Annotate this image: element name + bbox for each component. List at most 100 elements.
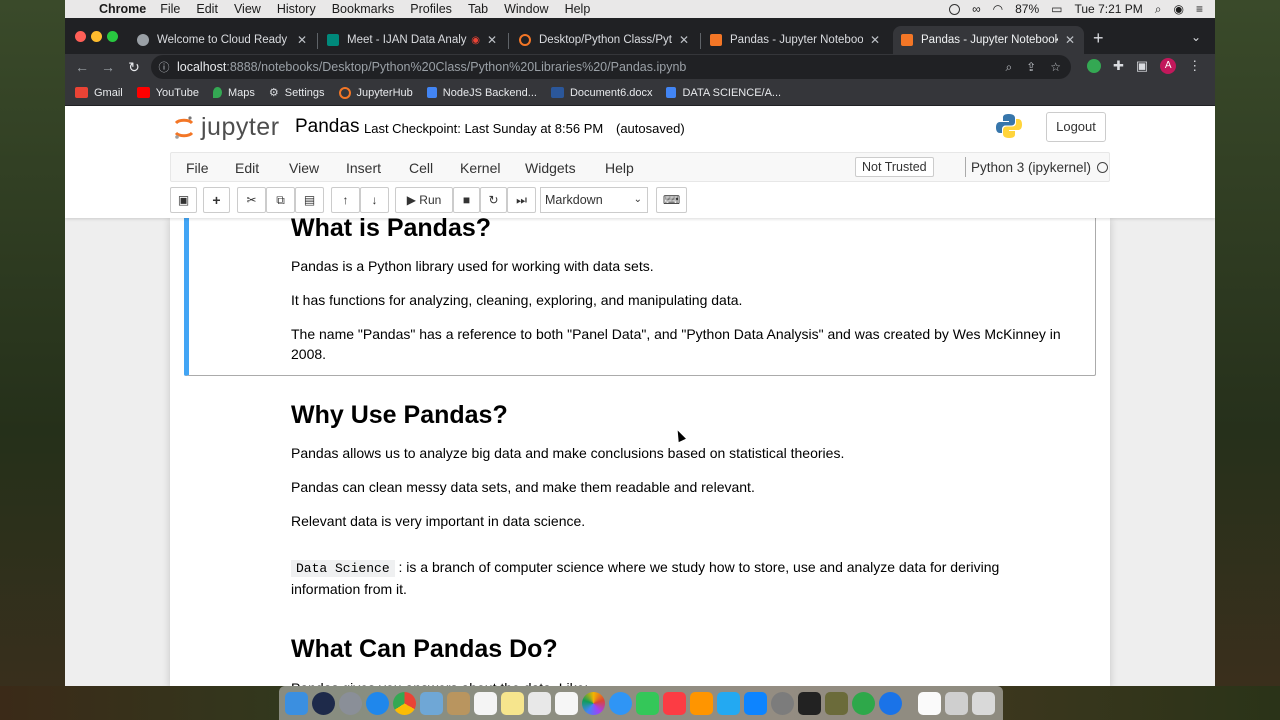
run-button[interactable]: ▶ Run <box>395 187 453 213</box>
menu-help[interactable]: Help <box>565 2 591 16</box>
tab-desktop-folder[interactable]: Desktop/Python Class/Python Li ✕ <box>511 26 698 54</box>
siri-icon[interactable]: ◉ <box>1174 2 1184 16</box>
tab-meet[interactable]: Meet - IJAN Data Analysis ◉ ✕ <box>319 26 506 54</box>
downloads-icon[interactable] <box>945 691 968 715</box>
menu-app-name[interactable]: Chrome <box>99 2 146 16</box>
creative-cloud-icon[interactable]: ∞ <box>972 2 981 16</box>
reload-icon[interactable]: ↻ <box>121 59 147 76</box>
system-preferences-icon[interactable] <box>771 691 794 715</box>
quicktime-icon[interactable] <box>879 691 902 715</box>
anaconda-icon[interactable] <box>825 691 848 715</box>
battery-percent[interactable]: 87% <box>1015 2 1039 16</box>
bookmark-youtube[interactable]: YouTube <box>136 87 199 99</box>
reminders-icon[interactable] <box>528 691 551 715</box>
cell-type-select[interactable]: Markdown ⌄ <box>540 187 648 213</box>
tab-pandas-1[interactable]: Pandas - Jupyter Notebook ✕ <box>702 26 889 54</box>
stop-icon[interactable]: ■ <box>453 187 480 213</box>
wifi-icon[interactable]: ◠ <box>993 2 1003 16</box>
window-minimize-icon[interactable] <box>91 31 102 42</box>
nb-menu-help[interactable]: Help <box>605 160 634 176</box>
menu-tab[interactable]: Tab <box>468 2 488 16</box>
control-center-icon[interactable]: ≡ <box>1196 2 1203 16</box>
zoom-icon[interactable]: ⌕ <box>1005 60 1012 75</box>
bookmark-document6[interactable]: Document6.docx <box>550 87 652 99</box>
app-store-icon[interactable] <box>744 691 767 715</box>
photos-icon[interactable] <box>582 691 605 715</box>
messages-blue-icon[interactable] <box>609 691 632 715</box>
nb-menu-cell[interactable]: Cell <box>409 160 433 176</box>
paste-icon[interactable]: ▤ <box>295 187 324 213</box>
bookmark-data-science[interactable]: DATA SCIENCE/A... <box>666 87 781 99</box>
spotlight-icon[interactable]: ⌕ <box>1155 2 1162 17</box>
fast-forward-icon[interactable]: ⏭ <box>507 187 536 213</box>
chevron-down-icon[interactable]: ⌄ <box>1191 30 1201 44</box>
tab-close-icon[interactable]: ✕ <box>1062 33 1078 47</box>
facetime-icon[interactable] <box>636 691 659 715</box>
bookmark-gmail[interactable]: Gmail <box>75 87 123 99</box>
tab-close-icon[interactable]: ✕ <box>484 33 500 47</box>
nb-menu-edit[interactable]: Edit <box>235 160 259 176</box>
bookmark-jupyterhub[interactable]: JupyterHub <box>338 86 413 99</box>
siri-dock-icon[interactable] <box>312 691 335 715</box>
menu-history[interactable]: History <box>277 2 316 16</box>
save-icon[interactable]: ▣ <box>170 187 197 213</box>
menu-bookmarks[interactable]: Bookmarks <box>332 2 395 16</box>
clock[interactable]: Tue 7:21 PM <box>1075 2 1143 16</box>
tab-welcome[interactable]: Welcome to Cloud Ready Skills ✕ <box>129 26 316 54</box>
bookmark-settings[interactable]: ⚙ Settings <box>269 86 325 100</box>
chrome-icon[interactable] <box>393 691 416 715</box>
info-icon[interactable]: ⓘ <box>151 59 177 75</box>
back-icon[interactable]: ← <box>69 59 95 75</box>
tab-close-icon[interactable]: ✕ <box>676 33 692 47</box>
documents-icon[interactable] <box>918 691 941 715</box>
nb-menu-kernel[interactable]: Kernel <box>460 160 500 176</box>
finder-icon[interactable] <box>285 691 308 715</box>
arrow-down-icon[interactable]: ↓ <box>360 187 389 213</box>
tab-close-icon[interactable]: ✕ <box>294 33 310 47</box>
menu-window[interactable]: Window <box>504 2 548 16</box>
new-tab-icon[interactable]: + <box>1093 29 1104 47</box>
puzzle-icon[interactable]: ✚ <box>1113 58 1124 74</box>
share-icon[interactable]: ⇪ <box>1026 60 1036 75</box>
terminal-icon[interactable] <box>798 691 821 715</box>
nb-menu-view[interactable]: View <box>289 160 319 176</box>
stickies-icon[interactable] <box>501 691 524 715</box>
bookmark-nodejs[interactable]: NodeJS Backend... <box>426 87 537 99</box>
address-bar[interactable]: ⓘ localhost:8888/notebooks/Desktop/Pytho… <box>151 55 1071 79</box>
green-app-icon[interactable] <box>852 691 875 715</box>
arrow-up-icon[interactable]: ↑ <box>331 187 360 213</box>
side-panel-icon[interactable]: ▣ <box>1136 58 1148 74</box>
nb-menu-file[interactable]: File <box>186 160 209 176</box>
screen-record-icon[interactable] <box>949 3 961 15</box>
more-menu-icon[interactable]: ⋮ <box>1188 58 1201 74</box>
nb-menu-widgets[interactable]: Widgets <box>525 160 576 176</box>
nb-menu-insert[interactable]: Insert <box>346 160 381 176</box>
jupyter-logo[interactable]: jupyter <box>173 113 280 142</box>
menu-edit[interactable]: Edit <box>196 2 218 16</box>
logout-button[interactable]: Logout <box>1046 112 1106 142</box>
window-zoom-icon[interactable] <box>107 31 118 42</box>
copy-icon[interactable]: ⧉ <box>266 187 295 213</box>
insert-cell-icon[interactable]: + <box>203 187 230 213</box>
calendar-icon[interactable] <box>474 691 497 715</box>
bookmark-maps[interactable]: Maps <box>212 87 255 99</box>
menu-view[interactable]: View <box>234 2 261 16</box>
trash-icon[interactable] <box>972 691 995 715</box>
trust-status-button[interactable]: Not Trusted <box>855 157 934 177</box>
books-icon[interactable] <box>690 691 713 715</box>
music-icon[interactable] <box>663 691 686 715</box>
window-close-icon[interactable] <box>75 31 86 42</box>
cut-icon[interactable]: ✂ <box>237 187 266 213</box>
textedit-icon[interactable] <box>555 691 578 715</box>
menu-file[interactable]: File <box>160 2 180 16</box>
vscode-icon[interactable] <box>717 691 740 715</box>
forward-icon[interactable]: → <box>95 59 121 75</box>
launchpad-icon[interactable] <box>339 691 362 715</box>
notebook-name[interactable]: Pandas <box>295 116 359 138</box>
safari-icon[interactable] <box>366 691 389 715</box>
profile-avatar[interactable]: A <box>1160 58 1177 74</box>
notes-app-icon[interactable] <box>447 691 470 715</box>
kernel-name[interactable]: Python 3 (ipykernel) <box>971 160 1091 175</box>
preview-icon[interactable] <box>420 691 443 715</box>
extension-green-icon[interactable] <box>1087 59 1101 73</box>
